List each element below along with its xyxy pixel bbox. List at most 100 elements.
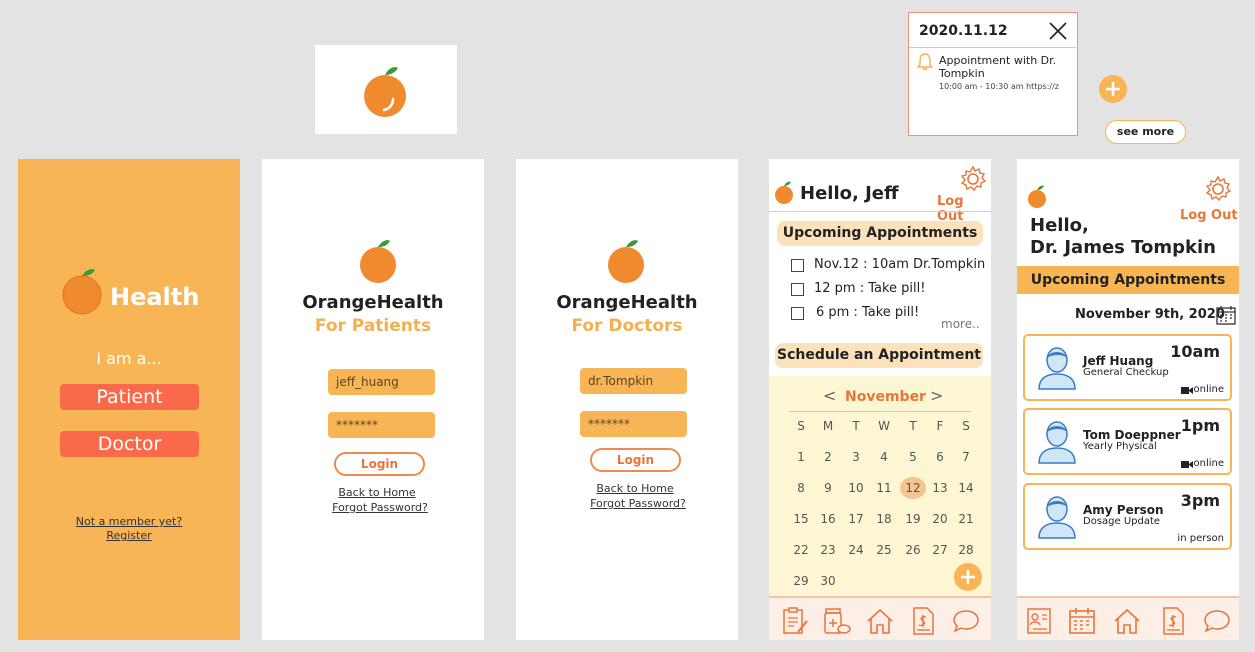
orange-logo-icon bbox=[364, 67, 406, 117]
calendar-day[interactable]: 28 bbox=[953, 543, 979, 557]
appointment-time: 10am bbox=[1170, 342, 1220, 361]
bottom-nav bbox=[769, 596, 991, 640]
medicine-icon[interactable] bbox=[821, 606, 851, 636]
upcoming-header: Upcoming Appointments bbox=[777, 221, 983, 246]
checkbox[interactable] bbox=[791, 259, 804, 272]
next-month-button[interactable]: > bbox=[930, 386, 943, 405]
calendar-day[interactable]: 19 bbox=[900, 512, 926, 526]
orange-logo-icon bbox=[608, 240, 644, 283]
home-icon[interactable] bbox=[865, 606, 895, 636]
calendar-day[interactable]: 8 bbox=[788, 481, 814, 495]
patient-name: Amy Person bbox=[1083, 503, 1164, 517]
gear-icon[interactable] bbox=[1204, 175, 1232, 203]
todo-item: Nov.12 : 10am Dr.Tompkin bbox=[814, 257, 986, 272]
calendar-icon[interactable] bbox=[1216, 305, 1236, 325]
login-button[interactable]: Login bbox=[334, 452, 425, 476]
calendar-day[interactable]: 2 bbox=[815, 450, 841, 464]
add-appointment-button[interactable] bbox=[954, 563, 982, 591]
video-icon bbox=[1181, 461, 1193, 468]
login-button[interactable]: Login bbox=[590, 448, 681, 472]
calendar-day[interactable]: 5 bbox=[900, 450, 926, 464]
more-link[interactable]: more.. bbox=[941, 317, 980, 331]
calendar-day[interactable]: 14 bbox=[953, 481, 979, 495]
calendar-day[interactable]: 3 bbox=[843, 450, 869, 464]
calendar-day[interactable]: 4 bbox=[871, 450, 897, 464]
avatar-icon bbox=[1038, 421, 1076, 464]
see-more-button[interactable]: see more bbox=[1105, 120, 1186, 144]
calendar-day[interactable]: 27 bbox=[927, 543, 953, 557]
calendar-day[interactable]: 18 bbox=[871, 512, 897, 526]
appointment-card[interactable]: Amy Person Dosage Update 3pm in person bbox=[1023, 483, 1232, 550]
calendar-day[interactable]: 12 bbox=[900, 477, 926, 499]
calendar-day[interactable]: 22 bbox=[788, 543, 814, 557]
appointment-card[interactable]: Jeff Huang General Checkup 10am online bbox=[1023, 334, 1232, 401]
weekday-label: W bbox=[878, 419, 890, 433]
chat-icon[interactable] bbox=[1202, 606, 1232, 636]
checkbox[interactable] bbox=[791, 307, 804, 320]
home-icon[interactable] bbox=[1112, 606, 1142, 636]
member-link[interactable]: Not a member yet? bbox=[18, 515, 240, 528]
greeting: Hello, Dr. James Tompkin bbox=[1030, 215, 1216, 258]
username-field[interactable]: dr.Tompkin bbox=[580, 368, 687, 394]
password-field[interactable]: ******* bbox=[580, 411, 687, 437]
calendar-day[interactable]: 20 bbox=[927, 512, 953, 526]
appointment-type: Dosage Update bbox=[1083, 516, 1161, 527]
calendar-day[interactable]: 10 bbox=[843, 481, 869, 495]
appointment-card[interactable]: Tom Doeppner Yearly Physical 1pm online bbox=[1023, 408, 1232, 475]
bill-icon[interactable] bbox=[1158, 606, 1188, 636]
add-button[interactable] bbox=[1099, 75, 1127, 103]
bottom-nav bbox=[1017, 596, 1239, 640]
gear-icon[interactable] bbox=[959, 165, 987, 193]
brand-title: OrangeHealth bbox=[302, 292, 444, 313]
weekday-label: F bbox=[936, 419, 944, 433]
brand-subtitle: For Patients bbox=[314, 316, 432, 336]
back-home-link[interactable]: Back to Home bbox=[524, 482, 746, 495]
logout-link[interactable]: Log Out bbox=[937, 194, 991, 224]
checkbox[interactable] bbox=[791, 283, 804, 296]
weekday-label: M bbox=[822, 419, 834, 433]
bill-icon[interactable] bbox=[908, 606, 938, 636]
calendar-day[interactable]: 24 bbox=[843, 543, 869, 557]
patient-button[interactable]: Patient bbox=[60, 384, 199, 410]
orange-logo-icon bbox=[775, 181, 793, 204]
calendar-day[interactable]: 9 bbox=[815, 481, 841, 495]
chat-icon[interactable] bbox=[951, 606, 981, 636]
calendar-day[interactable]: 6 bbox=[927, 450, 953, 464]
patient-record-icon[interactable] bbox=[1025, 606, 1055, 636]
calendar-day[interactable]: 29 bbox=[788, 574, 814, 588]
appointment-mode: online bbox=[1193, 458, 1224, 469]
app-name: Health bbox=[110, 283, 200, 311]
calendar-day[interactable]: 15 bbox=[788, 512, 814, 526]
calendar-day[interactable]: 7 bbox=[953, 450, 979, 464]
username-field[interactable]: jeff_huang bbox=[328, 369, 435, 395]
calendar-day[interactable]: 21 bbox=[953, 512, 979, 526]
calendar-day[interactable]: 23 bbox=[815, 543, 841, 557]
calendar-month: November bbox=[845, 389, 926, 405]
schedule-header[interactable]: Schedule an Appointment bbox=[775, 343, 983, 368]
weekday-label: T bbox=[852, 419, 860, 433]
back-home-link[interactable]: Back to Home bbox=[266, 486, 488, 499]
calendar-day[interactable]: 11 bbox=[871, 481, 897, 495]
prev-month-button[interactable]: < bbox=[823, 386, 836, 405]
plus-icon bbox=[1106, 82, 1120, 96]
patient-name: Jeff Huang bbox=[1083, 354, 1154, 368]
appointment-type: Yearly Physical bbox=[1083, 441, 1157, 452]
clipboard-icon[interactable] bbox=[780, 606, 810, 636]
calendar-day[interactable]: 30 bbox=[815, 574, 841, 588]
calendar-day[interactable]: 1 bbox=[788, 450, 814, 464]
calendar-day[interactable]: 17 bbox=[843, 512, 869, 526]
forgot-password-link[interactable]: Forgot Password? bbox=[269, 501, 491, 514]
doctor-button[interactable]: Doctor bbox=[60, 431, 199, 457]
close-icon[interactable] bbox=[1049, 22, 1067, 40]
calendar-day[interactable]: 13 bbox=[927, 481, 953, 495]
weekday-label: T bbox=[909, 419, 917, 433]
calendar-icon[interactable] bbox=[1067, 606, 1097, 636]
forgot-password-link[interactable]: Forgot Password? bbox=[527, 497, 749, 510]
password-field[interactable]: ******* bbox=[328, 412, 435, 438]
calendar-day[interactable]: 25 bbox=[871, 543, 897, 557]
register-link[interactable]: Register bbox=[18, 529, 240, 542]
calendar-day[interactable]: 16 bbox=[815, 512, 841, 526]
calendar-day[interactable]: 26 bbox=[900, 543, 926, 557]
todo-item: 6 pm : Take pill! bbox=[816, 305, 920, 320]
appointment-mode: in person bbox=[1177, 533, 1224, 544]
